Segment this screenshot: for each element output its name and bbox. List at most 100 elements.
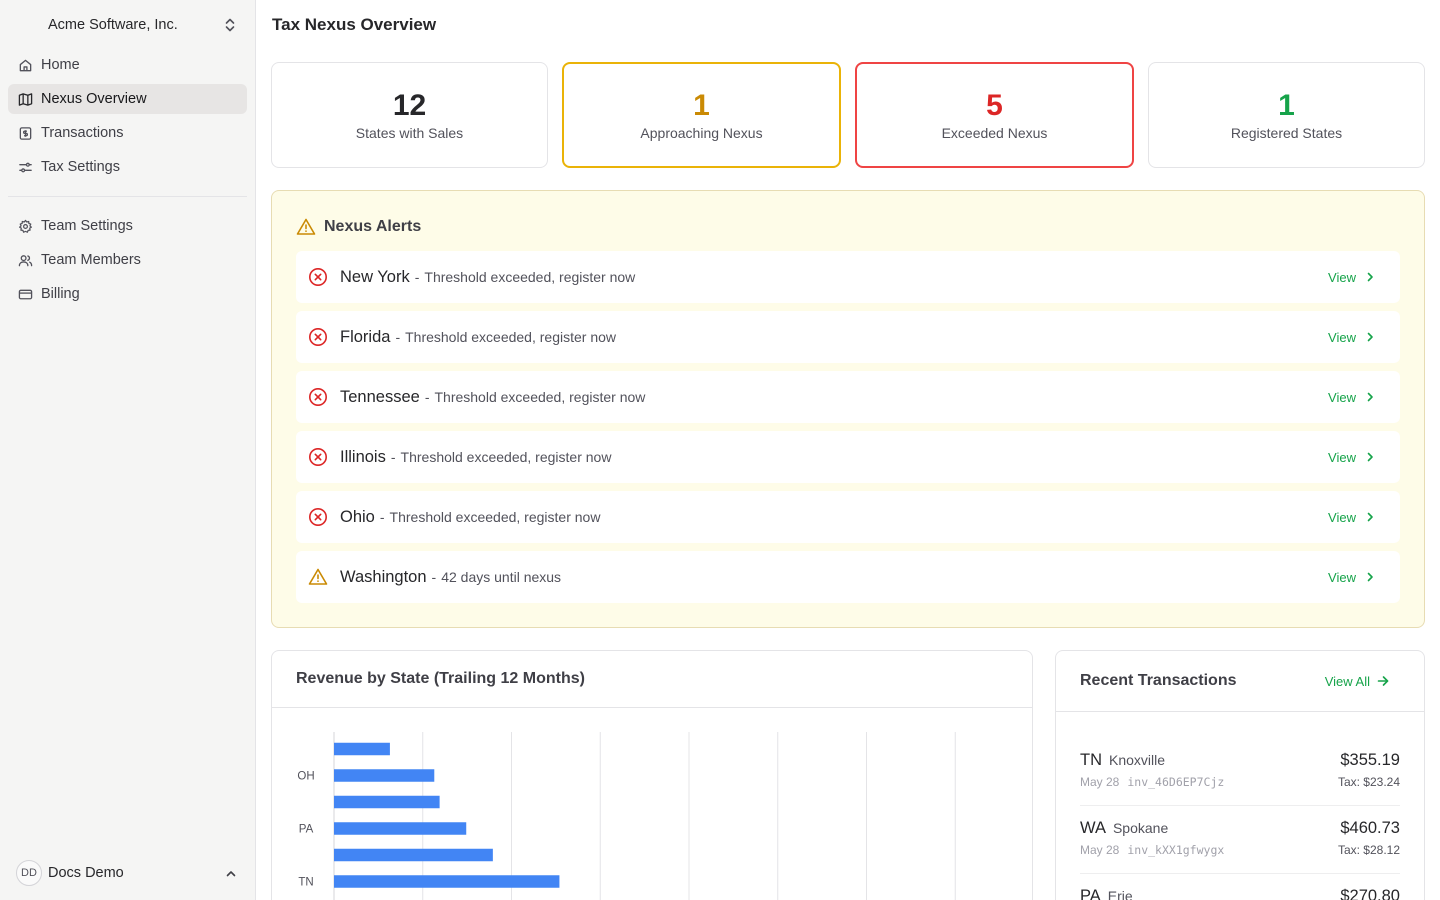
sidebar-item-label: Transactions xyxy=(41,125,124,141)
alert-view-label: View xyxy=(1328,269,1356,285)
chart-tick-label: OH xyxy=(297,771,314,783)
alert-separator: - xyxy=(379,509,385,525)
chart-bar[interactable] xyxy=(334,848,493,862)
alert-view-link[interactable]: View xyxy=(1328,450,1376,465)
alert-row: Tennessee - Threshold exceeded, register n… xyxy=(296,371,1400,423)
alert-separator: - xyxy=(390,449,396,465)
chart-bar[interactable] xyxy=(334,795,440,809)
view-all-label: View All xyxy=(1324,673,1370,689)
alert-view-link[interactable]: View xyxy=(1328,570,1376,585)
tx-tax: Tax: $28.12 xyxy=(1337,843,1400,857)
chart-bar[interactable] xyxy=(334,875,560,888)
stat-label: Exceeded Nexus xyxy=(941,125,1048,141)
sidebar-item-team-settings[interactable]: Team Settings xyxy=(8,211,247,241)
tx-city: Knoxville xyxy=(1109,752,1166,768)
tx-state: WA xyxy=(1080,819,1106,837)
transaction-list: TN Knoxville May 28 inv_46D6EP7Cjz $355.19… xyxy=(1056,738,1424,900)
user-name: Docs Demo xyxy=(48,865,124,881)
alert-view-link[interactable]: View xyxy=(1328,390,1376,405)
sidebar-item-label: Nexus Overview xyxy=(41,91,147,107)
revenue-chart-svg: OH PA TN xyxy=(297,732,956,900)
recent-transactions-card: Recent Transactions View All TN Knoxville… xyxy=(1055,650,1425,900)
stat-label: Approaching Nexus xyxy=(640,125,763,141)
chart-bar[interactable] xyxy=(334,742,390,756)
alerts-title: Nexus Alerts xyxy=(324,218,422,235)
revenue-title: Revenue by State (Trailing 12 Months) xyxy=(296,670,585,687)
sidebar-item-nexus-overview[interactable]: Nexus Overview xyxy=(8,84,247,114)
tx-amount: $355.19 xyxy=(1340,751,1400,769)
credit-card-icon xyxy=(18,287,33,302)
alert-view-link[interactable]: View xyxy=(1328,510,1376,525)
stat-label: States with Sales xyxy=(355,125,464,141)
alert-view-link[interactable]: View xyxy=(1328,270,1376,285)
sidebar-item-tax-settings[interactable]: Tax Settings xyxy=(8,152,247,182)
sidebar-item-transactions[interactable]: Transactions xyxy=(8,118,247,148)
sidebar: Acme Software, Inc. Home Nexus Overview xyxy=(0,0,256,900)
x-circle-icon xyxy=(308,327,328,347)
alert-view-label: View xyxy=(1328,569,1356,585)
org-name: Acme Software, Inc. xyxy=(48,17,178,33)
sidebar-nav-secondary: Team Settings Team Members Billing xyxy=(0,211,255,309)
alert-view-label: View xyxy=(1328,389,1356,405)
chart-bar[interactable] xyxy=(334,822,467,835)
tx-invoice-id: inv_kXX1gfwygx xyxy=(1127,843,1225,857)
arrow-right-icon xyxy=(1377,676,1389,686)
alert-message: Threshold exceeded, register now xyxy=(400,449,612,465)
tx-city: Spokane xyxy=(1112,820,1169,836)
alert-state: Illinois xyxy=(340,447,386,466)
alert-row: New York - Threshold exceeded, register no… xyxy=(296,251,1400,303)
warning-icon xyxy=(308,567,328,587)
stat-value: 5 xyxy=(986,89,1003,122)
stat-card-exceeded-nexus: 5 Exceeded Nexus xyxy=(855,62,1134,168)
stats-row: 12 States with Sales 1 Approaching Nexus… xyxy=(271,62,1425,168)
alert-view-label: View xyxy=(1328,509,1356,525)
chevron-right-icon xyxy=(1367,392,1373,402)
alert-state: Washington xyxy=(340,567,427,586)
chart-tick-label: PA xyxy=(299,824,314,836)
tx-city: Erie xyxy=(1107,888,1133,900)
alert-view-label: View xyxy=(1328,329,1356,345)
org-switcher[interactable]: Acme Software, Inc. xyxy=(0,0,255,50)
alert-state: Tennessee xyxy=(340,387,420,406)
stat-card-registered-states: 1 Registered States xyxy=(1148,62,1425,168)
sidebar-item-team-members[interactable]: Team Members xyxy=(8,245,247,275)
alert-row: Ohio - Threshold exceeded, register now Vi… xyxy=(296,491,1400,543)
sidebar-item-home[interactable]: Home xyxy=(8,50,247,80)
view-all-link[interactable]: View All xyxy=(1325,674,1390,689)
page-title: Tax Nexus Overview xyxy=(272,15,437,34)
sidebar-nav-primary: Home Nexus Overview Transactions Tax Set… xyxy=(0,50,255,182)
transaction-row[interactable]: TN Knoxville May 28 inv_46D6EP7Cjz $355.19… xyxy=(1080,738,1400,806)
sidebar-item-label: Team Members xyxy=(41,252,141,268)
alert-row: Florida - Threshold exceeded, register now… xyxy=(296,311,1400,363)
tx-date: May 28 xyxy=(1080,775,1120,789)
sliders-icon xyxy=(18,160,33,175)
tx-state: PA xyxy=(1080,887,1101,900)
alert-state: New York xyxy=(340,267,410,286)
chevron-up-down-icon xyxy=(223,17,237,33)
chart-bar[interactable] xyxy=(334,769,435,782)
chevron-right-icon xyxy=(1367,332,1373,342)
stat-value: 1 xyxy=(1278,89,1295,122)
transaction-row[interactable]: PA Erie $270.80 xyxy=(1080,874,1400,900)
tx-invoice-id: inv_46D6EP7Cjz xyxy=(1127,775,1225,789)
chevron-right-icon xyxy=(1367,272,1373,282)
transaction-row[interactable]: WA Spokane May 28 inv_kXX1gfwygx $460.73 T… xyxy=(1080,806,1400,874)
alert-state: Florida xyxy=(340,327,391,346)
tx-state: TN xyxy=(1080,751,1102,769)
alert-message: 42 days until nexus xyxy=(441,569,562,585)
x-circle-icon xyxy=(308,387,328,407)
alert-list: New York - Threshold exceeded, register no… xyxy=(296,251,1400,603)
sidebar-divider xyxy=(8,196,247,197)
stat-card-approaching-nexus: 1 Approaching Nexus xyxy=(562,62,841,168)
chart-tick-label: TN xyxy=(298,877,313,889)
tx-title: Recent Transactions xyxy=(1080,672,1237,689)
sidebar-item-billing[interactable]: Billing xyxy=(8,279,247,309)
avatar: DD xyxy=(16,860,42,886)
alert-view-link[interactable]: View xyxy=(1328,330,1376,345)
alert-view-label: View xyxy=(1328,449,1356,465)
user-menu[interactable]: DD Docs Demo xyxy=(0,858,255,888)
map-icon xyxy=(18,92,33,107)
tx-amount: $270.80 xyxy=(1340,887,1400,900)
bottom-row: Revenue by State (Trailing 12 Months) OH… xyxy=(271,650,1425,900)
sidebar-item-label: Billing xyxy=(41,286,80,302)
